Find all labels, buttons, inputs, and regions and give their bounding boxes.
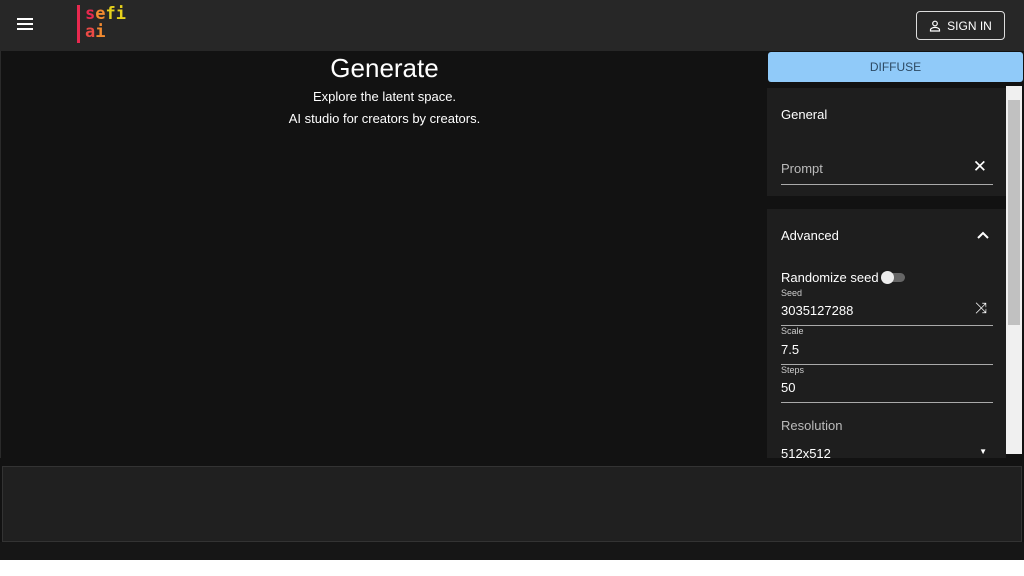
randomize-seed-toggle[interactable]: [881, 271, 905, 284]
scale-input[interactable]: 7.5: [781, 341, 993, 365]
steps-value: 50: [781, 380, 796, 395]
general-heading: General: [781, 107, 828, 122]
logo: sefi ai: [76, 4, 146, 44]
resolution-select[interactable]: 512x512 ▼: [781, 445, 993, 458]
settings-panel: DIFFUSE General Prompt ✕ Advanced Random…: [767, 51, 1024, 458]
seed-input[interactable]: 3035127288 ⤨: [781, 300, 993, 326]
scale-label: Scale: [781, 326, 804, 336]
advanced-heading[interactable]: Advanced: [781, 228, 839, 243]
subtitle: Explore the latent space.: [312, 89, 457, 104]
footer-bar: [0, 542, 1024, 560]
person-icon: [930, 20, 941, 32]
sign-in-button[interactable]: SIGN IN: [916, 11, 1005, 40]
diffuse-button[interactable]: DIFFUSE: [768, 52, 1023, 82]
menu-icon[interactable]: [17, 18, 33, 32]
shuffle-icon[interactable]: ⤨: [975, 300, 987, 317]
tagline: AI studio for creators by creators.: [288, 111, 481, 126]
advanced-section: Advanced Randomize seed Seed 3035127288 …: [767, 209, 1006, 458]
seed-label: Seed: [781, 288, 803, 298]
scrollbar[interactable]: [1006, 86, 1022, 454]
main-area: Generate Explore the latent space. AI st…: [0, 51, 767, 458]
top-app-bar: sefi ai SIGN IN: [0, 0, 1024, 51]
randomize-seed-label: Randomize seed: [781, 270, 879, 285]
clear-icon[interactable]: ✕: [973, 157, 987, 177]
dropdown-icon: ▼: [979, 447, 987, 456]
seed-value: 3035127288: [781, 303, 854, 318]
sign-in-label: SIGN IN: [947, 18, 992, 33]
prompt-placeholder: Prompt: [781, 161, 823, 176]
steps-input[interactable]: 50: [781, 379, 993, 403]
page-title: Generate: [330, 53, 439, 83]
resolution-label: Resolution: [781, 418, 843, 433]
steps-label: Steps: [781, 365, 805, 375]
scale-value: 7.5: [781, 342, 800, 357]
general-section: General Prompt ✕: [767, 88, 1006, 196]
chevron-up-icon[interactable]: [977, 231, 989, 239]
resolution-value: 512x512: [781, 446, 831, 458]
bottom-panel: [0, 458, 1024, 542]
prompt-input[interactable]: Prompt ✕: [781, 157, 993, 185]
